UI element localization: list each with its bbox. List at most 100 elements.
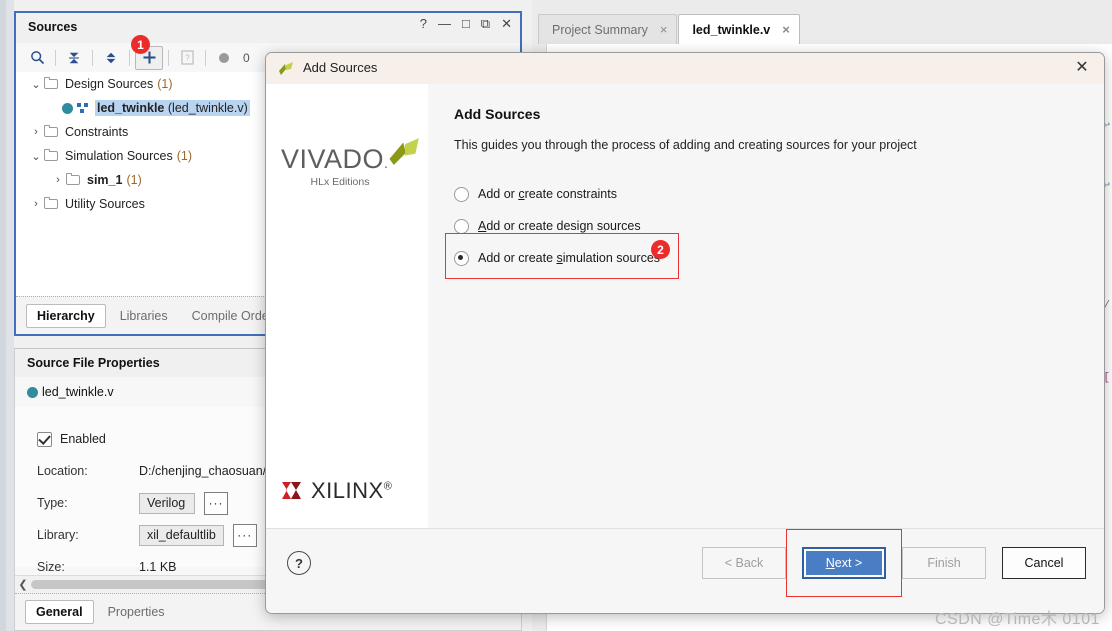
chevron-right-icon[interactable]: › xyxy=(28,126,44,138)
close-icon[interactable]: × xyxy=(660,23,668,36)
help-button[interactable]: ? xyxy=(287,551,311,575)
expand-all-icon[interactable] xyxy=(98,47,124,69)
vivado-logo: VIVADO. HLx Editions xyxy=(281,138,421,188)
type-field[interactable]: Verilog xyxy=(139,492,195,514)
toolbar-separator xyxy=(168,49,169,66)
radio-label: Add or create constraints xyxy=(478,187,617,201)
folder-icon xyxy=(44,149,59,162)
properties-panel-title: Source File Properties xyxy=(27,356,160,370)
tree-item-label: sim_1 xyxy=(87,173,123,187)
panel-window-buttons: ? — □ ⧉ ✕ xyxy=(420,17,512,30)
chevron-right-icon[interactable]: › xyxy=(28,198,44,210)
tab-led-twinkle-v[interactable]: led_twinkle.v × xyxy=(678,14,800,44)
library-label: Library: xyxy=(37,528,79,542)
status-dot-icon[interactable] xyxy=(211,47,237,69)
module-hierarchy-icon xyxy=(77,102,90,114)
maximize-icon[interactable]: □ xyxy=(462,17,470,30)
close-icon[interactable]: ✕ xyxy=(501,17,512,30)
editor-tab-strip: Project Summary × led_twinkle.v × xyxy=(532,0,1112,45)
radio-add-or-create-constraints[interactable]: Add or create constraints xyxy=(454,178,660,210)
tree-item-label: Simulation Sources xyxy=(65,149,173,163)
folder-icon xyxy=(66,173,81,186)
float-icon[interactable]: ⧉ xyxy=(481,17,490,30)
cancel-button[interactable]: Cancel xyxy=(1002,547,1086,579)
left-dock-inner-strip xyxy=(0,0,6,631)
tab-hierarchy[interactable]: Hierarchy xyxy=(26,303,106,328)
tree-item-label: Utility Sources xyxy=(65,197,145,211)
source-type-radio-group: Add or create constraints Add or create … xyxy=(454,178,660,274)
location-value: D:/chenjing_chaosuan/pr xyxy=(139,464,278,478)
size-value: 1.1 KB xyxy=(139,560,177,574)
tab-project-summary[interactable]: Project Summary × xyxy=(538,14,678,44)
radio-add-or-create-design-sources[interactable]: Add or create design sources xyxy=(454,210,660,242)
folder-icon xyxy=(44,77,59,90)
tree-item-count: (1) xyxy=(176,149,192,163)
properties-file-name: led_twinkle.v xyxy=(42,385,114,399)
dialog-main-panel: Add Sources This guides you through the … xyxy=(428,84,1104,529)
add-sources-dialog: Add Sources ✕ VIVADO. HLx Editions XILIN… xyxy=(265,52,1105,614)
dialog-description: This guides you through the process of a… xyxy=(454,138,917,152)
radio-add-or-create-simulation-sources[interactable]: Add or create simulation sources xyxy=(454,242,660,274)
toolbar-separator xyxy=(205,49,206,66)
radio-icon[interactable] xyxy=(454,186,469,202)
radio-icon[interactable] xyxy=(454,250,469,266)
folder-icon xyxy=(44,197,59,210)
tab-libraries[interactable]: Libraries xyxy=(110,305,178,327)
verilog-module-dot-icon xyxy=(62,102,73,114)
tab-properties[interactable]: Properties xyxy=(98,601,175,623)
svg-text:?: ? xyxy=(185,53,190,63)
scroll-left-icon[interactable]: ❮ xyxy=(15,578,31,591)
vivado-app-icon xyxy=(278,61,295,77)
chevron-down-icon[interactable]: ⌄ xyxy=(28,150,44,163)
toolbar-separator xyxy=(92,49,93,66)
type-browse-button[interactable]: ··· xyxy=(204,491,228,515)
back-button[interactable]: < Back xyxy=(702,547,786,579)
search-icon[interactable] xyxy=(24,47,50,69)
dialog-title: Add Sources xyxy=(303,60,378,75)
chevron-down-icon[interactable]: ⌄ xyxy=(28,78,44,91)
step-badge-2: 2 xyxy=(651,240,670,259)
sources-panel-titlebar: Sources ? — □ ⧉ ✕ xyxy=(16,13,520,44)
xilinx-mark-icon xyxy=(282,482,301,499)
next-button-wrapper: Next > xyxy=(786,529,902,597)
dialog-titlebar: Add Sources ✕ xyxy=(266,53,1104,85)
radio-label: Add or create design sources xyxy=(478,219,641,233)
tab-label: led_twinkle.v xyxy=(692,22,771,37)
status-count: 0 xyxy=(243,50,250,65)
tree-item-label: Constraints xyxy=(65,125,129,139)
collapse-all-icon[interactable] xyxy=(61,47,87,69)
xilinx-wordmark: XILINX® xyxy=(311,478,393,503)
dialog-heading: Add Sources xyxy=(454,106,541,122)
tree-item-count: (1) xyxy=(126,173,142,187)
dialog-footer: ? < Back Next > Finish Cancel xyxy=(266,528,1104,613)
editor-tabs: Project Summary × led_twinkle.v × xyxy=(538,14,801,44)
toolbar-separator xyxy=(55,49,56,66)
dialog-brand-panel: VIVADO. HLx Editions XILINX® xyxy=(266,84,429,529)
finish-button[interactable]: Finish xyxy=(902,547,986,579)
sources-panel-title: Sources xyxy=(28,20,78,34)
tab-general[interactable]: General xyxy=(25,600,94,624)
tree-item-label: Design Sources xyxy=(65,77,154,91)
help-icon[interactable]: ? xyxy=(420,17,427,30)
step-badge-1: 1 xyxy=(131,35,150,54)
left-dock-strip xyxy=(0,0,14,631)
close-icon[interactable]: × xyxy=(782,23,790,36)
library-browse-button[interactable]: ··· xyxy=(232,523,257,547)
type-label: Type: xyxy=(37,496,68,510)
radio-label: Add or create simulation sources xyxy=(478,251,661,265)
minimize-icon[interactable]: — xyxy=(438,17,451,30)
library-field[interactable]: xil_defaultlib xyxy=(139,524,224,546)
radio-icon[interactable] xyxy=(454,218,469,234)
enabled-checkbox[interactable] xyxy=(37,431,52,447)
tree-item-label: led_twinkle (led_twinkle.v) xyxy=(95,100,250,116)
toolbar-separator xyxy=(129,49,130,66)
watermark: CSDN @Time木 0101 xyxy=(934,611,1100,628)
help-icon[interactable]: ? xyxy=(174,47,200,69)
chevron-right-icon[interactable]: › xyxy=(50,174,66,186)
folder-icon xyxy=(44,125,59,138)
close-icon[interactable]: ✕ xyxy=(1072,58,1092,78)
tree-item-count: (1) xyxy=(157,77,173,91)
verilog-file-dot-icon xyxy=(27,386,38,398)
next-button[interactable]: Next > xyxy=(802,547,886,579)
vivado-wordmark: VIVADO. xyxy=(281,144,389,174)
